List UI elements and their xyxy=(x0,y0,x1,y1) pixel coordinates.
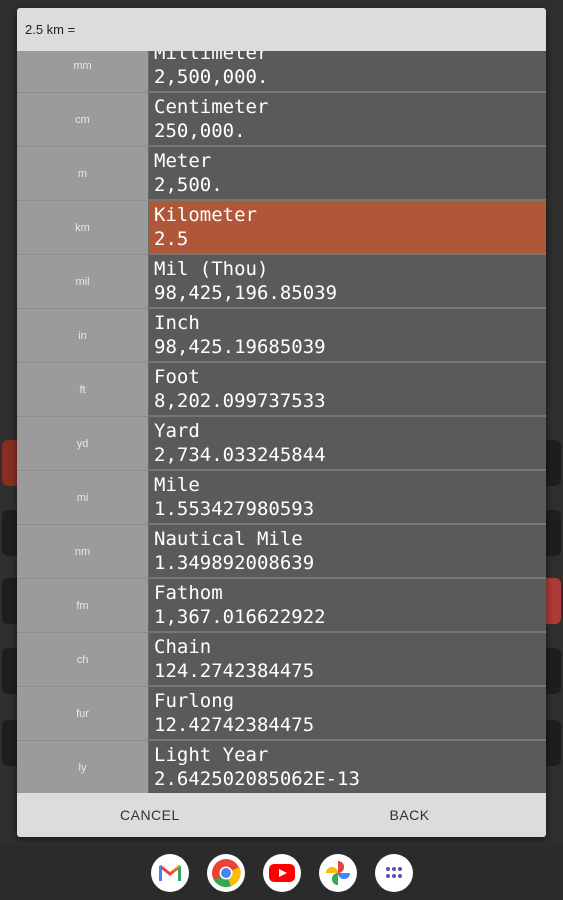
unit-name: Kilometer xyxy=(154,204,257,226)
unit-abbreviation: mi xyxy=(17,471,148,525)
unit-row-yd[interactable]: yd Yard 2,734.033245844 xyxy=(17,417,546,471)
unit-name: Furlong xyxy=(154,690,235,712)
unit-row-km[interactable]: km Kilometer 2.5 xyxy=(17,201,546,255)
cancel-button[interactable]: CANCEL xyxy=(17,793,277,837)
unit-value: 12.42742384475 xyxy=(154,714,315,736)
unit-abbreviation: mm xyxy=(17,51,148,93)
unit-abbreviation: m xyxy=(17,147,148,201)
unit-value: 250,000. xyxy=(154,120,246,142)
unit-value: 2,500. xyxy=(154,174,223,196)
unit-cell[interactable]: Meter 2,500. xyxy=(148,147,546,201)
unit-name: Nautical Mile xyxy=(154,528,303,550)
unit-row-fm[interactable]: fm Fathom 1,367.016622922 xyxy=(17,579,546,633)
unit-row-mi[interactable]: mi Mile 1.553427980593 xyxy=(17,471,546,525)
unit-abbreviation: fur xyxy=(17,687,148,741)
unit-cell[interactable]: Millimeter 2,500,000. xyxy=(148,51,546,93)
unit-row-nm[interactable]: nm Nautical Mile 1.349892008639 xyxy=(17,525,546,579)
unit-cell[interactable]: Foot 8,202.099737533 xyxy=(148,363,546,417)
unit-abbreviation: fm xyxy=(17,579,148,633)
unit-cell[interactable]: Yard 2,734.033245844 xyxy=(148,417,546,471)
unit-row-ly[interactable]: ly Light Year 2.642502085062E-13 xyxy=(17,741,546,793)
unit-name: Millimeter xyxy=(154,51,269,64)
unit-name: Chain xyxy=(154,636,212,658)
unit-row-in[interactable]: in Inch 98,425.19685039 xyxy=(17,309,546,363)
app-drawer-icon[interactable] xyxy=(374,853,413,892)
unit-abbreviation: mil xyxy=(17,255,148,309)
unit-name: Fathom xyxy=(154,582,223,604)
unit-cell[interactable]: Centimeter 250,000. xyxy=(148,93,546,147)
unit-name: Inch xyxy=(154,312,200,334)
back-button[interactable]: BACK xyxy=(277,793,547,837)
unit-cell[interactable]: Mile 1.553427980593 xyxy=(148,471,546,525)
unit-abbreviation: in xyxy=(17,309,148,363)
unit-value: 124.2742384475 xyxy=(154,660,315,682)
unit-name: Foot xyxy=(154,366,200,388)
unit-abbreviation: nm xyxy=(17,525,148,579)
unit-abbreviation: km xyxy=(17,201,148,255)
conversion-dialog: 2.5 km = mm Millimeter 2,500,000. cm Centime… xyxy=(17,8,546,837)
unit-cell[interactable]: Light Year 2.642502085062E-13 xyxy=(148,741,546,793)
unit-row-m[interactable]: m Meter 2,500. xyxy=(17,147,546,201)
unit-list[interactable]: mm Millimeter 2,500,000. cm Centimeter 250,00… xyxy=(17,51,546,793)
unit-cell[interactable]: Fathom 1,367.016622922 xyxy=(148,579,546,633)
unit-cell[interactable]: Furlong 12.42742384475 xyxy=(148,687,546,741)
unit-cell[interactable]: Chain 124.2742384475 xyxy=(148,633,546,687)
unit-cell[interactable]: Mil (Thou) 98,425,196.85039 xyxy=(148,255,546,309)
youtube-icon[interactable] xyxy=(262,853,301,892)
unit-row-mm[interactable]: mm Millimeter 2,500,000. xyxy=(17,51,546,93)
unit-cell[interactable]: Kilometer 2.5 xyxy=(148,201,546,255)
unit-cell[interactable]: Nautical Mile 1.349892008639 xyxy=(148,525,546,579)
unit-abbreviation: ly xyxy=(17,741,148,793)
photos-icon[interactable] xyxy=(318,853,357,892)
unit-row-cm[interactable]: cm Centimeter 250,000. xyxy=(17,93,546,147)
unit-value: 1,367.016622922 xyxy=(154,606,326,628)
unit-value: 2.5 xyxy=(154,228,189,250)
unit-value: 2,734.033245844 xyxy=(154,444,326,466)
dialog-footer: CANCEL BACK xyxy=(17,793,546,837)
unit-row-mil[interactable]: mil Mil (Thou) 98,425,196.85039 xyxy=(17,255,546,309)
dialog-header: 2.5 km = xyxy=(17,8,546,51)
unit-value: 98,425,196.85039 xyxy=(154,282,338,304)
unit-value: 2,500,000. xyxy=(154,66,269,88)
unit-name: Meter xyxy=(154,150,212,172)
unit-name: Light Year xyxy=(154,744,269,766)
gmail-icon[interactable] xyxy=(150,853,189,892)
unit-cell[interactable]: Inch 98,425.19685039 xyxy=(148,309,546,363)
unit-row-fur[interactable]: fur Furlong 12.42742384475 xyxy=(17,687,546,741)
unit-abbreviation: yd xyxy=(17,417,148,471)
unit-value: 1.349892008639 xyxy=(154,552,315,574)
unit-name: Mile xyxy=(154,474,200,496)
unit-row-ch[interactable]: ch Chain 124.2742384475 xyxy=(17,633,546,687)
unit-name: Centimeter xyxy=(154,96,269,118)
unit-value: 1.553427980593 xyxy=(154,498,315,520)
chrome-icon[interactable] xyxy=(206,853,245,892)
unit-value: 8,202.099737533 xyxy=(154,390,326,412)
unit-abbreviation: cm xyxy=(17,93,148,147)
unit-value: 98,425.19685039 xyxy=(154,336,326,358)
taskbar xyxy=(0,845,563,900)
unit-value: 2.642502085062E-13 xyxy=(154,768,360,790)
unit-abbreviation: ch xyxy=(17,633,148,687)
unit-abbreviation: ft xyxy=(17,363,148,417)
unit-name: Yard xyxy=(154,420,200,442)
unit-row-ft[interactable]: ft Foot 8,202.099737533 xyxy=(17,363,546,417)
unit-name: Mil (Thou) xyxy=(154,258,269,280)
